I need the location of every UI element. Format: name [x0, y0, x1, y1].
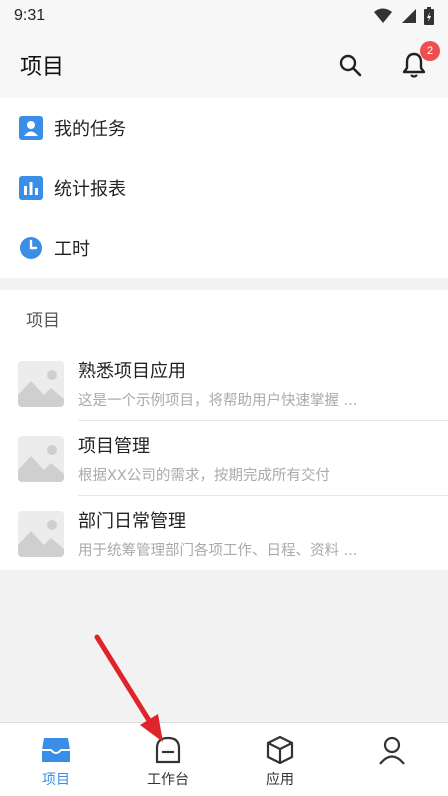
menu-item-label: 统计报表 [54, 179, 126, 200]
app-header: 项目 2 [0, 32, 448, 98]
user-icon [377, 735, 407, 765]
notifications-button[interactable]: 2 [400, 41, 440, 79]
clock-icon [18, 235, 44, 261]
menu-item-label: 工时 [54, 239, 90, 260]
page-title: 项目 [20, 55, 65, 80]
inbox-icon [41, 735, 71, 765]
nav-item-workbench[interactable]: 工作台 [112, 723, 224, 796]
signal-icon [402, 9, 416, 23]
project-description: 根据XX公司的需求，按期完成所有交付 [78, 468, 330, 484]
quick-menu: 我的任务 统计报表 工时 [0, 98, 448, 278]
project-item[interactable]: 项目管理 根据XX公司的需求，按期完成所有交付 [0, 421, 448, 496]
project-item[interactable]: 部门日常管理 用于统筹管理部门各项工作、日程、资料 ... [0, 496, 448, 571]
menu-item-label: 我的任务 [54, 119, 126, 140]
project-description: 这是一个示例项目，将帮助用户快速掌握 ... [78, 393, 358, 409]
status-time: 9:31 [14, 7, 46, 24]
menu-item-work-hours[interactable]: 工时 [0, 218, 448, 278]
desk-icon [153, 735, 183, 765]
nav-item-apps[interactable]: 应用 [224, 723, 336, 796]
project-name: 项目管理 [78, 436, 150, 457]
person-icon [18, 115, 44, 141]
notification-badge: 2 [420, 41, 440, 61]
status-bar: 9:31 [0, 0, 448, 32]
bar-chart-icon [18, 175, 44, 201]
project-name: 熟悉项目应用 [78, 361, 186, 382]
nav-item-projects[interactable]: 项目 [0, 723, 112, 796]
image-placeholder-icon [18, 435, 64, 482]
section-title: 项目 [26, 310, 60, 331]
nav-label: 项目 [42, 772, 70, 788]
nav-item-profile[interactable] [336, 723, 448, 796]
menu-item-reports[interactable]: 统计报表 [0, 158, 448, 218]
cube-icon [265, 735, 295, 765]
project-item[interactable]: 熟悉项目应用 这是一个示例项目，将帮助用户快速掌握 ... [0, 346, 448, 421]
nav-label: 工作台 [147, 772, 189, 788]
nav-label: 应用 [266, 772, 294, 788]
wifi-icon [374, 8, 392, 23]
project-name: 部门日常管理 [78, 511, 186, 532]
header-actions: 2 [336, 41, 440, 79]
bottom-nav: 项目 工作台 应用 [0, 722, 448, 796]
image-placeholder-icon [18, 510, 64, 557]
battery-icon [424, 7, 434, 25]
projects-section: 项目 熟悉项目应用 这是一个示例项目，将帮助用户快速掌握 ... 项目管理 根据… [0, 290, 448, 570]
menu-item-my-tasks[interactable]: 我的任务 [0, 98, 448, 158]
search-icon [339, 54, 362, 77]
project-description: 用于统筹管理部门各项工作、日程、资料 ... [78, 543, 358, 559]
search-button[interactable] [336, 51, 364, 79]
image-placeholder-icon [18, 360, 64, 407]
status-icons [374, 7, 434, 25]
